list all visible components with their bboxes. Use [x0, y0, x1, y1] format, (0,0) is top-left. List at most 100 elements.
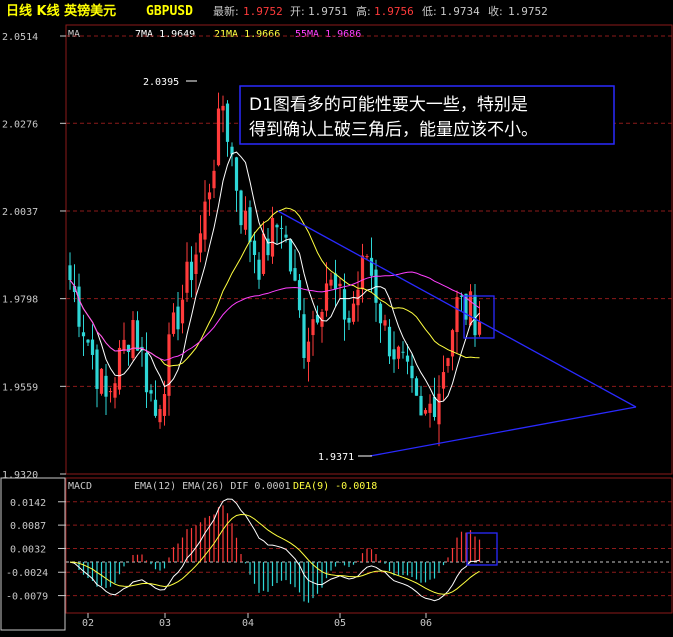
candle-body — [248, 207, 252, 243]
close-label: 收: — [488, 4, 503, 18]
candle-body — [306, 341, 311, 362]
last-value: 1.9752 — [243, 5, 283, 18]
candle-body — [122, 339, 126, 351]
chart-title: 日线 K线 英镑美元 — [6, 3, 116, 19]
macd-legend-label: MACD — [68, 481, 92, 492]
high-value: 1.9756 — [374, 5, 414, 18]
x-tick-label: 04 — [242, 618, 254, 629]
annotation-line-1: D1图看多的可能性要大一些，特别是 — [249, 95, 528, 115]
candle-body — [275, 224, 279, 228]
candle-body — [158, 409, 162, 423]
candle-body — [284, 234, 288, 238]
candle-body — [297, 280, 302, 311]
ma55-legend: 55MA 1.9686 — [295, 29, 361, 40]
candle-body — [149, 390, 153, 394]
ma7-legend: 7MA 1.9649 — [135, 29, 195, 40]
candle-body — [293, 268, 297, 281]
candle-body — [441, 372, 446, 389]
x-tick-label: 03 — [159, 618, 171, 629]
low-value: 1.9734 — [440, 5, 480, 18]
high-marker-label: 2.0395 — [143, 77, 179, 88]
candle-body — [351, 303, 356, 322]
x-tick-label: 02 — [82, 618, 94, 629]
open-value: 1.9751 — [308, 5, 348, 18]
price-tick-label: 1.9798 — [2, 295, 38, 306]
candle-body — [378, 303, 383, 324]
macd-legend-values: EMA(12) EMA(26) DIF 0.0001 — [134, 481, 291, 492]
dea-line — [69, 513, 480, 595]
candle-body — [401, 351, 405, 353]
candle-body — [423, 410, 428, 414]
candle-body — [243, 210, 248, 230]
candle-body — [347, 317, 351, 323]
high-label: 高: — [356, 4, 371, 18]
price-tick-label: 2.0037 — [2, 207, 38, 218]
candle-body — [180, 299, 185, 324]
candle-body — [117, 347, 122, 390]
candle-body — [419, 395, 423, 416]
candle-body — [198, 233, 203, 253]
close-value: 1.9752 — [508, 5, 548, 18]
candle-body — [234, 157, 239, 191]
candle-body — [360, 255, 365, 290]
candle-body — [126, 344, 131, 353]
price-tick-label: 2.0276 — [2, 119, 38, 130]
macd-panel-frame — [65, 477, 673, 614]
candle-body — [324, 283, 329, 311]
last-label: 最新: — [213, 4, 239, 18]
x-tick-label: 06 — [420, 618, 432, 629]
candle-body — [135, 320, 140, 351]
candle-body — [369, 257, 374, 276]
candle-body — [77, 286, 81, 327]
candle-body — [239, 190, 243, 226]
candle-body — [455, 297, 459, 333]
low-label: 低: — [422, 5, 437, 18]
candle-body — [189, 261, 194, 281]
low-marker-label: 1.9371 — [318, 452, 354, 463]
candle-body — [387, 326, 392, 357]
candle-body — [437, 393, 441, 425]
candle-body — [396, 346, 401, 359]
macd-tick-label: 0.0087 — [10, 521, 46, 532]
macd-tick-label: -0.0024 — [6, 568, 48, 579]
candle-body — [131, 319, 135, 359]
candle-body — [68, 265, 72, 280]
triangle-upper-line — [277, 210, 637, 408]
candle-body — [144, 352, 149, 393]
candle-body — [288, 239, 293, 272]
annotation-line-2: 得到确认上破三角后，能量应该不小。 — [249, 120, 538, 140]
candle-body — [302, 314, 306, 358]
candle-body — [104, 375, 108, 397]
candle-body — [153, 399, 158, 416]
candle-body — [257, 259, 261, 280]
candle-body — [414, 378, 419, 396]
candle-body — [405, 355, 410, 362]
candle-body — [392, 349, 396, 360]
macd-highlight-box — [466, 532, 498, 566]
candle-body — [90, 339, 95, 355]
ma21-legend: 21MA 1.9666 — [214, 29, 280, 40]
candle-body — [473, 294, 477, 336]
candle-body — [225, 103, 230, 142]
candle-body — [365, 256, 369, 258]
candle-body — [333, 273, 338, 290]
candle-body — [95, 349, 99, 389]
candle-body — [81, 332, 86, 337]
candle-body — [410, 365, 414, 379]
symbol-label: GBPUSD — [146, 4, 193, 19]
triangle-lower-line — [369, 406, 637, 457]
candle-body — [329, 279, 333, 286]
candle-body — [176, 306, 180, 330]
candle-body — [342, 289, 347, 320]
candle-body — [171, 312, 176, 334]
candle-body — [446, 358, 450, 366]
candle-body — [194, 254, 198, 274]
candle-body — [162, 394, 167, 416]
candle-body — [86, 339, 90, 343]
x-tick-label: 05 — [334, 618, 346, 629]
candle-body — [167, 334, 171, 396]
candle-body — [207, 192, 212, 200]
candle-body — [99, 368, 104, 394]
chart-window: 日线 K线 英镑美元 GBPUSD 最新: 1.9752 开: 1.9751 高… — [0, 0, 673, 633]
candle-body — [477, 321, 482, 335]
